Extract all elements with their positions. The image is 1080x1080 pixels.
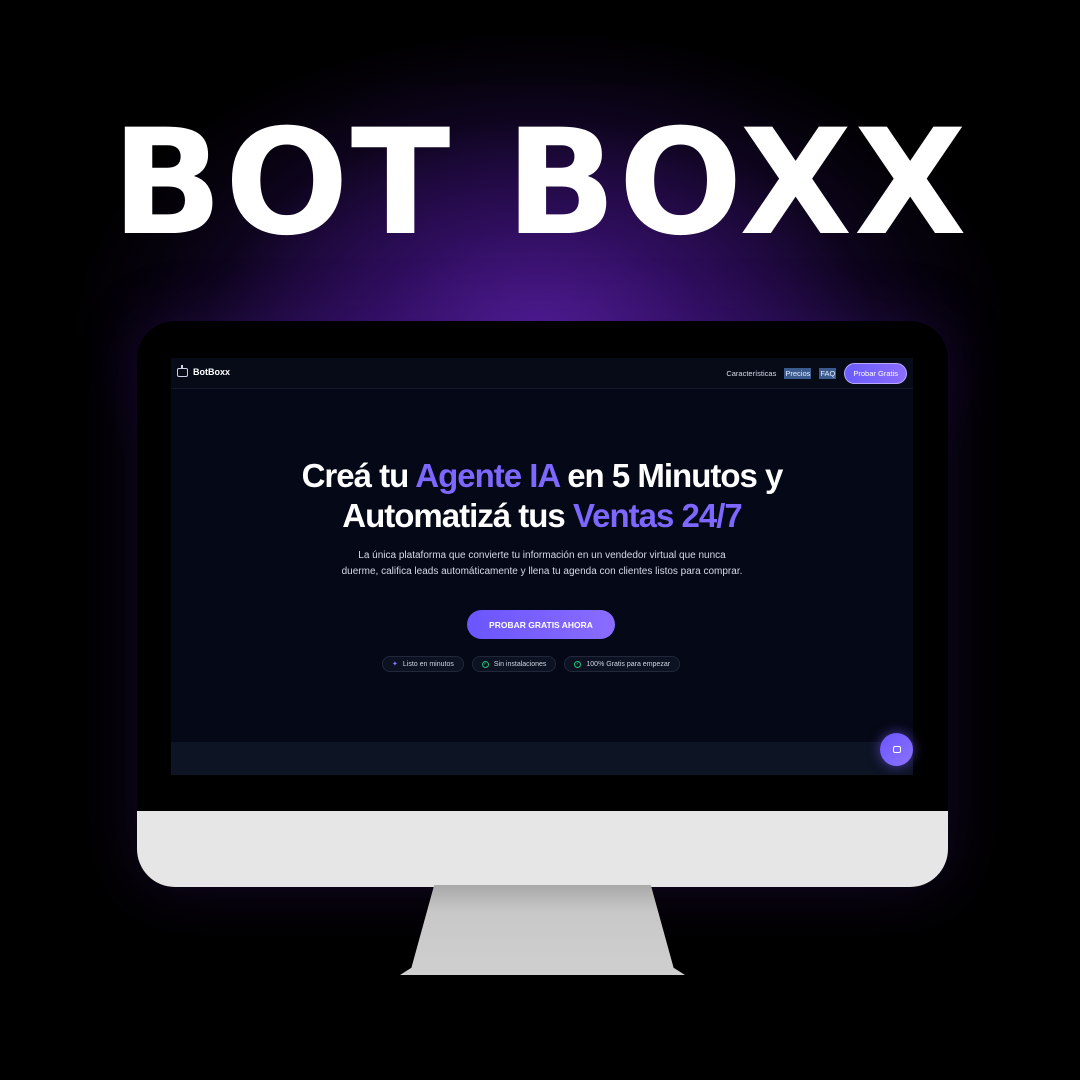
badge-label: Listo en minutos (402, 660, 454, 668)
poster-title: BOT BOXX (111, 98, 969, 268)
brand-logo[interactable]: BotBoxx (177, 364, 231, 377)
try-free-now-button[interactable]: PROBAR GRATIS AHORA (467, 610, 615, 639)
hero-title-line2-accent: Ventas 24/7 (572, 497, 743, 534)
nav-link-faq[interactable]: FAQ (819, 368, 837, 379)
hero-title-line1-accent: Agente IA (415, 457, 560, 494)
feature-badges: ✦ Listo en minutos ✓ Sin instalaciones ✓… (382, 656, 681, 672)
nav-links: Características Precios FAQ Probar Grati… (726, 363, 907, 384)
navbar: BotBoxx Características Precios FAQ Prob… (171, 358, 913, 389)
next-section-band (171, 742, 913, 775)
lightning-icon: ✦ (392, 660, 398, 668)
website-screen: BotBoxx Características Precios FAQ Prob… (171, 358, 913, 775)
chat-button[interactable] (880, 733, 913, 766)
nav-link-caracteristicas[interactable]: Características (726, 369, 776, 378)
hero-title-line2-a: Automatizá tus (342, 497, 573, 534)
monitor-chin (137, 811, 948, 887)
badge-label: 100% Gratis para empezar (586, 660, 671, 668)
chat-bubble-icon (892, 746, 901, 753)
check-circle-icon: ✓ (481, 660, 489, 668)
bot-icon (177, 364, 188, 377)
check-circle-icon: ✓ (574, 660, 582, 668)
badge-free-to-start: ✓ 100% Gratis para empezar (564, 656, 681, 672)
monitor-stand (400, 885, 685, 975)
badge-ready-in-minutes: ✦ Listo en minutos (382, 656, 464, 672)
brand-name: BotBoxx (193, 367, 231, 377)
hero-title-line1-b: en 5 Minutos y (559, 457, 783, 494)
hero-subtitle: La única plataforma que convierte tu inf… (341, 550, 743, 577)
nav-try-free-button[interactable]: Probar Gratis (844, 363, 907, 384)
hero-title-line1-a: Creá tu (301, 457, 416, 494)
badge-label: Sin instalaciones (493, 660, 547, 668)
badge-no-installs: ✓ Sin instalaciones (471, 656, 557, 672)
hero-title: Creá tu Agente IA en 5 Minutos y Automat… (171, 456, 913, 536)
nav-link-precios[interactable]: Precios (784, 368, 812, 379)
